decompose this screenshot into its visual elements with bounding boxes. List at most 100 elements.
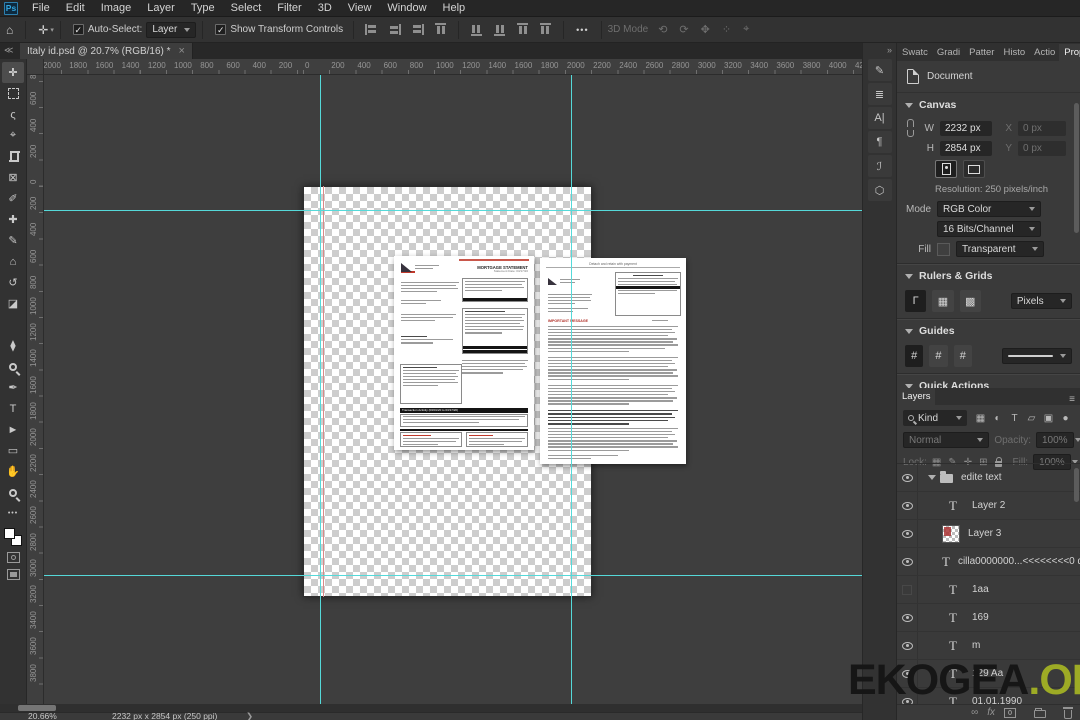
auto-select-checkbox[interactable]: ✓	[72, 24, 84, 35]
lasso-tool[interactable]: ς	[2, 104, 24, 125]
zoom-level[interactable]: 20.66%	[28, 711, 57, 720]
move-tool-preset-icon[interactable]: ✛	[32, 23, 48, 37]
rulers-grids-section-header[interactable]: Rulers & Grids	[897, 264, 1080, 286]
close-icon[interactable]: ×	[179, 45, 185, 57]
canvas-pasteboard[interactable]: MORTGAGE STATEMENT Statement Date: 03/17…	[44, 75, 862, 704]
menu-layer[interactable]: Layer	[139, 2, 183, 14]
character-panel-icon[interactable]: A|	[867, 107, 892, 129]
3d-slide-icon[interactable]: ⁘	[716, 23, 737, 36]
height-field[interactable]: 2854 px	[940, 141, 992, 156]
tab-properties[interactable]: Properties	[1059, 44, 1080, 61]
bit-depth-dropdown[interactable]: 16 Bits/Channel	[937, 221, 1041, 237]
type-tool[interactable]: T	[2, 398, 24, 419]
visibility-toggle[interactable]	[897, 632, 918, 659]
eyedropper-tool[interactable]: ✐	[2, 188, 24, 209]
tab-histo[interactable]: Histo	[998, 44, 1029, 61]
layer-filter-kind-dropdown[interactable]: Kind	[903, 410, 967, 426]
horizontal-guide[interactable]	[44, 575, 862, 576]
menu-view[interactable]: View	[340, 2, 380, 14]
link-layers-icon[interactable]: ∞	[971, 707, 978, 718]
fill-dropdown[interactable]: Transparent	[956, 241, 1044, 257]
rectangle-tool[interactable]: ▭	[2, 440, 24, 461]
distribute-bottom-icon[interactable]	[540, 23, 551, 36]
horizontal-guide[interactable]	[44, 210, 862, 211]
tab-swatc[interactable]: Swatc	[897, 44, 932, 61]
type-filter-icon[interactable]: T	[1006, 410, 1023, 426]
layers-tab[interactable]: Layers	[897, 388, 935, 405]
layer-row[interactable]: T 01.01.1990	[897, 688, 1080, 704]
visibility-toggle[interactable]	[897, 688, 918, 704]
menu-window[interactable]: Window	[379, 2, 434, 14]
frame-tool[interactable]: ⊠	[2, 167, 24, 188]
menu-3d[interactable]: 3D	[310, 2, 340, 14]
guides-section-header[interactable]: Guides	[897, 319, 1080, 341]
portrait-orientation-button[interactable]	[935, 160, 957, 178]
distribute-top-icon[interactable]	[517, 23, 528, 36]
show-transform-checkbox[interactable]: ✓	[215, 24, 227, 35]
shape-filter-icon[interactable]: ▱	[1023, 410, 1040, 426]
visibility-toggle[interactable]	[897, 660, 918, 687]
brush-tool[interactable]: ✎	[2, 230, 24, 251]
auto-select-target-dropdown[interactable]: Layer	[146, 21, 197, 38]
visibility-toggle[interactable]	[897, 576, 918, 603]
clone-source-icon[interactable]: ⬡	[867, 179, 892, 201]
vertical-guide[interactable]	[571, 75, 572, 704]
canvas-section-header[interactable]: Canvas	[897, 93, 1080, 115]
ruler-corner-button[interactable]: Γ	[905, 290, 927, 312]
filter-toggle-icon[interactable]: ●	[1057, 410, 1074, 426]
align-options-icon[interactable]: •••	[570, 25, 594, 35]
layer-row[interactable]: T Layer 2	[897, 492, 1080, 520]
guide-style-dropdown[interactable]	[1001, 348, 1072, 364]
collapse-toolbar-icon[interactable]: ≪	[4, 45, 14, 56]
visibility-toggle[interactable]	[897, 548, 918, 575]
properties-scrollbar[interactable]	[1074, 103, 1079, 233]
layer-effects-icon[interactable]: fx	[987, 707, 995, 718]
menu-help[interactable]: Help	[435, 2, 474, 14]
layer-row[interactable]: T 1aa	[897, 576, 1080, 604]
brushes-icon[interactable]: ≣	[867, 83, 892, 105]
visibility-toggle[interactable]	[897, 464, 918, 491]
visibility-toggle[interactable]	[897, 604, 918, 631]
width-field[interactable]: 2232 px	[940, 120, 992, 136]
distribute-vertical-icon[interactable]	[471, 23, 482, 36]
photoshop-logo-icon[interactable]: Ps	[4, 1, 18, 15]
3d-roll-icon[interactable]: ⟳	[673, 23, 694, 36]
path-selection-tool[interactable]: ►	[2, 419, 24, 440]
link-dimensions-icon[interactable]	[906, 119, 915, 137]
3d-scale-icon[interactable]: ⌖	[737, 23, 755, 36]
fill-swatch[interactable]	[937, 242, 950, 256]
crop-tool[interactable]	[2, 146, 24, 167]
spot-healing-brush-tool[interactable]: ✚	[2, 209, 24, 230]
layer-row[interactable]: Layer 3	[897, 520, 1080, 548]
adjustment-filter-icon[interactable]: ◐	[989, 410, 1006, 426]
edit-toolbar[interactable]: •••	[2, 503, 24, 524]
pixel-filter-icon[interactable]: ▦	[972, 410, 989, 426]
distribute-horizontal-icon[interactable]	[494, 23, 505, 36]
align-left-icon[interactable]	[365, 24, 378, 35]
visibility-toggle[interactable]	[897, 520, 918, 547]
brush-settings-icon[interactable]: ✎	[867, 59, 892, 81]
grid-settings-button[interactable]: ▩	[959, 290, 981, 312]
hand-tool[interactable]: ✋	[2, 461, 24, 482]
rectangular-marquee-tool[interactable]	[2, 83, 24, 104]
glyphs-panel-icon[interactable]: ℐ	[867, 155, 892, 177]
quick-mask-icon[interactable]	[6, 552, 20, 563]
layer-row[interactable]: Tm	[897, 632, 1080, 660]
menu-file[interactable]: File	[24, 2, 58, 14]
menu-edit[interactable]: Edit	[58, 2, 93, 14]
object-selection-tool[interactable]: ⌖	[2, 125, 24, 146]
ruler-units-dropdown[interactable]: Pixels	[1010, 293, 1073, 309]
layer-row[interactable]: T 129 Aa	[897, 660, 1080, 688]
vertical-guide[interactable]	[320, 75, 321, 704]
layer-row[interactable]: edite text	[897, 464, 1080, 492]
blur-tool[interactable]: ⧫	[2, 335, 24, 356]
clone-stamp-tool[interactable]: ⌂	[2, 251, 24, 272]
document-tab[interactable]: Italy id.psd @ 20.7% (RGB/16) * ×	[20, 43, 193, 59]
layer-mask-icon[interactable]	[1004, 707, 1016, 718]
horizontal-ruler[interactable]: 2000 1800 1600 1400 1200 1000 800 600 400 200 0 200…	[44, 59, 862, 75]
menu-filter[interactable]: Filter	[269, 2, 309, 14]
vertical-ruler[interactable]: 8006004002000200400600800100012001400160…	[27, 75, 44, 704]
eraser-tool[interactable]: ◪	[2, 293, 24, 314]
guides-button[interactable]: #	[905, 345, 924, 367]
gradient-tool[interactable]	[2, 314, 24, 335]
